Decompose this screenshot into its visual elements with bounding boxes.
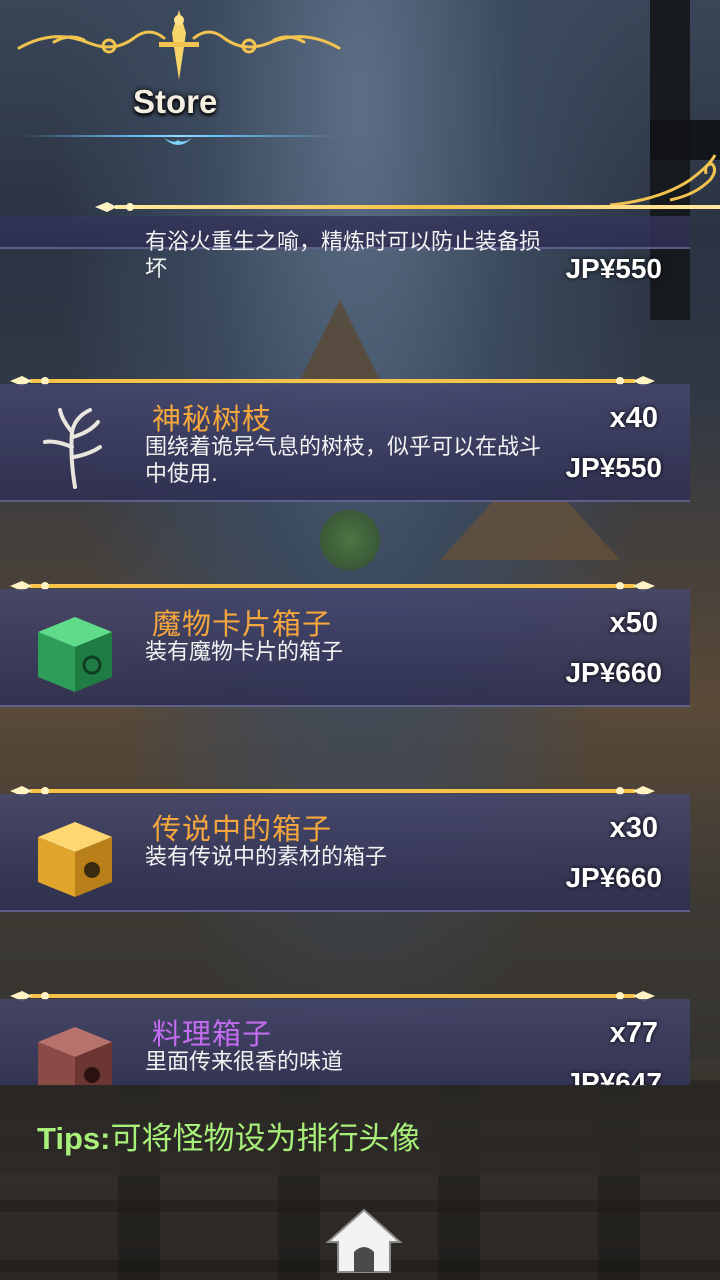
item-name: 神秘树枝: [152, 402, 273, 436]
tips-bar: Tips:可将怪物设为排行头像: [0, 1085, 720, 1175]
item-quantity: x30: [609, 812, 658, 844]
item-name: 料理箱子: [152, 1017, 273, 1051]
header-ornament-icon: [17, 10, 341, 80]
store-item-row[interactable]: 魔物卡片箱子 装有魔物卡片的箱子 x50 JP¥660: [0, 579, 720, 784]
branch-icon: [43, 408, 102, 489]
page-title: Store: [133, 83, 218, 120]
item-description: 里面传来很香的味道: [145, 1050, 344, 1075]
item-description: 围绕着诡异气息的树枝，似乎可以在战斗中使用.: [145, 435, 542, 487]
phoenix-feather-icon: [30, 216, 120, 226]
tips-text: Tips:可将怪物设为排行头像: [37, 1113, 421, 1158]
item-name: 魔物卡片箱子: [152, 607, 333, 641]
item-quantity: x40: [609, 402, 658, 434]
item-price: JP¥550: [565, 452, 662, 483]
store-item-list[interactable]: 有浴火重生之喻，精炼时可以防止装备损坏 JP¥550 神秘树枝 围绕着诡异气息的…: [0, 216, 720, 1086]
gold-divider-icon: [95, 202, 720, 212]
item-price: JP¥550: [565, 253, 662, 284]
item-description: 有浴火重生之喻，精炼时可以防止装备损坏: [145, 230, 542, 282]
item-quantity: x77: [609, 1017, 658, 1049]
item-price: JP¥660: [565, 862, 662, 893]
gem-ornament-icon: [164, 138, 192, 145]
home-icon[interactable]: [324, 1206, 404, 1276]
store-item-row[interactable]: 传说中的箱子 装有传说中的素材的箱子 x30 JP¥660: [0, 784, 720, 989]
red-box-icon: [38, 1027, 112, 1086]
item-quantity: x50: [609, 607, 658, 639]
gold-box-icon: [38, 822, 112, 897]
item-description: 装有魔物卡片的箱子: [145, 640, 344, 665]
item-name: 传说中的箱子: [152, 812, 333, 846]
store-item-row[interactable]: 神秘树枝 围绕着诡异气息的树枝，似乎可以在战斗中使用. x40 JP¥550: [0, 374, 720, 579]
store-header: Store: [0, 0, 720, 215]
green-box-icon: [38, 617, 112, 692]
store-item-row[interactable]: 有浴火重生之喻，精炼时可以防止装备损坏 JP¥550: [0, 216, 720, 326]
tips-label: Tips:: [37, 1121, 111, 1156]
store-item-row[interactable]: 料理箱子 里面传来很香的味道 x77 JP¥647: [0, 989, 720, 1086]
item-price: JP¥660: [565, 657, 662, 688]
item-description: 装有传说中的素材的箱子: [145, 845, 388, 870]
item-price: JP¥647: [565, 1067, 662, 1086]
tips-message: 可将怪物设为排行头像: [110, 1121, 421, 1157]
